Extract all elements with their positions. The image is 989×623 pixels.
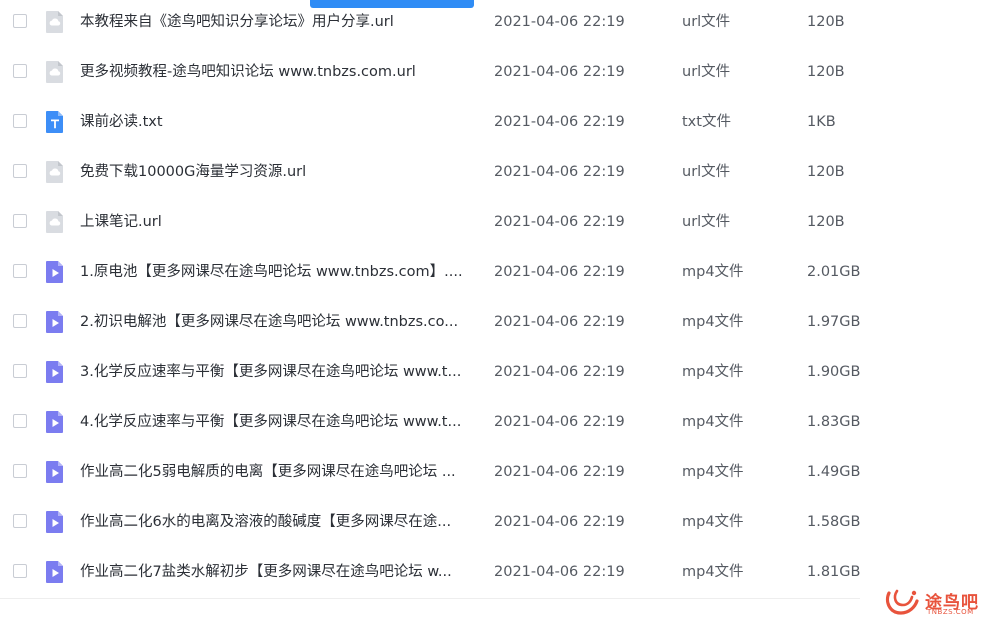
file-name[interactable]: 本教程来自《途鸟吧知识分享论坛》用户分享.url [80, 12, 480, 32]
file-modified-time: 2021-04-06 22:19 [494, 114, 625, 130]
file-type: url文件 [682, 64, 731, 80]
file-name[interactable]: 4.化学反应速率与平衡【更多网课尽在途鸟吧论坛 www.t... [80, 412, 480, 432]
file-name[interactable]: 作业高二化6水的电离及溶液的酸碱度【更多网课尽在途... [80, 512, 480, 532]
file-name[interactable]: 3.化学反应速率与平衡【更多网课尽在途鸟吧论坛 www.t... [80, 362, 480, 382]
file-row[interactable]: 1.原电池【更多网课尽在途鸟吧论坛 www.tnbzs.com】.... 2021… [0, 250, 989, 300]
row-checkbox[interactable] [13, 364, 27, 378]
row-checkbox[interactable] [13, 14, 27, 28]
watermark-subtext: TNBZS.COM [927, 608, 974, 616]
video-file-icon [45, 460, 65, 484]
video-file-icon [45, 310, 65, 334]
video-file-icon [45, 410, 65, 434]
file-modified-time: 2021-04-06 22:19 [494, 14, 625, 30]
file-type: mp4文件 [682, 564, 744, 580]
file-row[interactable]: 作业高二化5弱电解质的电离【更多网课尽在途鸟吧论坛 ... 2021-04-06 … [0, 450, 989, 500]
file-name[interactable]: 作业高二化5弱电解质的电离【更多网课尽在途鸟吧论坛 ... [80, 462, 480, 482]
row-checkbox[interactable] [13, 564, 27, 578]
row-checkbox[interactable] [13, 514, 27, 528]
file-row[interactable]: 免费下载10000G海量学习资源.url 2021-04-06 22:19 url文… [0, 150, 989, 200]
file-type: mp4文件 [682, 264, 744, 280]
file-list-page: 本教程来自《途鸟吧知识分享论坛》用户分享.url 2021-04-06 22:19… [0, 0, 989, 623]
file-name[interactable]: 1.原电池【更多网课尽在途鸟吧论坛 www.tnbzs.com】.... [80, 262, 480, 282]
file-type: mp4文件 [682, 314, 744, 330]
file-modified-time: 2021-04-06 22:19 [494, 64, 625, 80]
file-type: url文件 [682, 14, 731, 30]
file-modified-time: 2021-04-06 22:19 [494, 364, 625, 380]
row-checkbox[interactable] [13, 314, 27, 328]
file-size: 120B [807, 214, 845, 230]
row-checkbox[interactable] [13, 214, 27, 228]
file-name[interactable]: 课前必读.txt [80, 112, 480, 132]
file-size: 2.01GB [807, 264, 861, 280]
file-modified-time: 2021-04-06 22:19 [494, 514, 625, 530]
url-file-icon [45, 160, 65, 184]
file-row[interactable]: 课前必读.txt 2021-04-06 22:19 txt文件 1KB [0, 100, 989, 150]
file-size: 1.49GB [807, 464, 861, 480]
list-bottom-divider [0, 598, 860, 599]
file-name[interactable]: 上课笔记.url [80, 212, 480, 232]
file-name[interactable]: 作业高二化7盐类水解初步【更多网课尽在途鸟吧论坛 w... [80, 562, 480, 582]
file-type: mp4文件 [682, 414, 744, 430]
row-checkbox[interactable] [13, 464, 27, 478]
video-file-icon [45, 510, 65, 534]
file-type: mp4文件 [682, 364, 744, 380]
file-type: mp4文件 [682, 514, 744, 530]
file-name[interactable]: 更多视频教程-途鸟吧知识论坛 www.tnbzs.com.url [80, 62, 480, 82]
file-size: 120B [807, 164, 845, 180]
file-name[interactable]: 免费下载10000G海量学习资源.url [80, 162, 480, 182]
file-size: 120B [807, 64, 845, 80]
file-row[interactable]: 作业高二化6水的电离及溶液的酸碱度【更多网课尽在途... 2021-04-06 2… [0, 500, 989, 550]
row-checkbox[interactable] [13, 64, 27, 78]
row-checkbox[interactable] [13, 164, 27, 178]
row-checkbox[interactable] [13, 114, 27, 128]
file-size: 1.90GB [807, 364, 861, 380]
file-modified-time: 2021-04-06 22:19 [494, 564, 625, 580]
row-checkbox[interactable] [13, 414, 27, 428]
file-type: url文件 [682, 164, 731, 180]
video-file-icon [45, 560, 65, 584]
file-size: 1KB [807, 114, 836, 130]
file-modified-time: 2021-04-06 22:19 [494, 214, 625, 230]
file-type: mp4文件 [682, 464, 744, 480]
file-size: 1.58GB [807, 514, 861, 530]
file-modified-time: 2021-04-06 22:19 [494, 164, 625, 180]
file-row[interactable]: 本教程来自《途鸟吧知识分享论坛》用户分享.url 2021-04-06 22:19… [0, 0, 989, 50]
url-file-icon [45, 60, 65, 84]
file-type: url文件 [682, 214, 731, 230]
file-modified-time: 2021-04-06 22:19 [494, 464, 625, 480]
file-row[interactable]: 2.初识电解池【更多网课尽在途鸟吧论坛 www.tnbzs.co... 2021-… [0, 300, 989, 350]
file-size: 1.81GB [807, 564, 861, 580]
row-checkbox[interactable] [13, 264, 27, 278]
file-list: 本教程来自《途鸟吧知识分享论坛》用户分享.url 2021-04-06 22:19… [0, 0, 989, 600]
file-row[interactable]: 更多视频教程-途鸟吧知识论坛 www.tnbzs.com.url 2021-04-… [0, 50, 989, 100]
file-modified-time: 2021-04-06 22:19 [494, 314, 625, 330]
url-file-icon [45, 10, 65, 34]
video-file-icon [45, 260, 65, 284]
bird-logo-icon [885, 589, 919, 615]
file-row[interactable]: 作业高二化7盐类水解初步【更多网课尽在途鸟吧论坛 w... 2021-04-06 … [0, 550, 989, 600]
file-row[interactable]: 4.化学反应速率与平衡【更多网课尽在途鸟吧论坛 www.t... 2021-04-… [0, 400, 989, 450]
file-size: 1.97GB [807, 314, 861, 330]
file-modified-time: 2021-04-06 22:19 [494, 414, 625, 430]
file-row[interactable]: 上课笔记.url 2021-04-06 22:19 url文件 120B [0, 200, 989, 250]
file-size: 120B [807, 14, 845, 30]
video-file-icon [45, 360, 65, 384]
file-size: 1.83GB [807, 414, 861, 430]
file-type: txt文件 [682, 114, 731, 130]
file-modified-time: 2021-04-06 22:19 [494, 264, 625, 280]
url-file-icon [45, 210, 65, 234]
txt-file-icon [45, 110, 65, 134]
file-row[interactable]: 3.化学反应速率与平衡【更多网课尽在途鸟吧论坛 www.t... 2021-04-… [0, 350, 989, 400]
file-name[interactable]: 2.初识电解池【更多网课尽在途鸟吧论坛 www.tnbzs.co... [80, 312, 480, 332]
site-watermark: 途鸟吧 TNBZS.COM [883, 585, 983, 619]
